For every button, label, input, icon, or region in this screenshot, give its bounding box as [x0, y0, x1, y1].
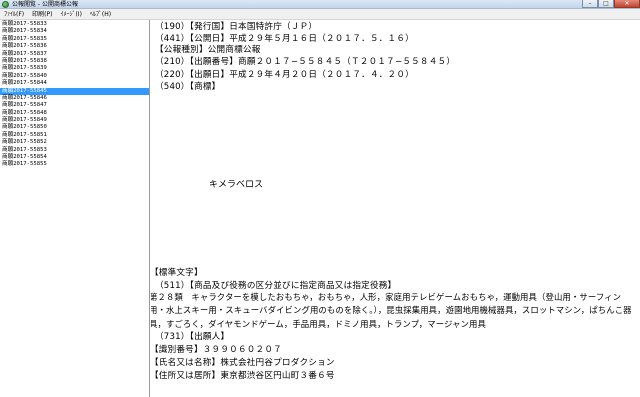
list-item[interactable]: 商願2017-55839 [0, 65, 149, 72]
trademark-heading: （540）【商標】 [155, 82, 221, 92]
close-button[interactable]: ✕ [614, 0, 640, 8]
list-item[interactable]: 商願2017-55855 [0, 161, 149, 168]
list-item[interactable]: 商願2017-55847 [0, 102, 149, 109]
list-item[interactable]: 商願2017-55834 [0, 28, 149, 35]
maximize-button[interactable]: □ [598, 0, 614, 8]
menu-image[interactable]: ｲﾒｰｼﾞ(I) [56, 9, 85, 20]
menu-help[interactable]: ﾍﾙﾌﾟ(H) [86, 9, 115, 20]
list-item[interactable]: 商願2017-55850 [0, 124, 149, 131]
list-item[interactable]: 商願2017-55837 [0, 51, 149, 58]
trademark-text: キメラベロス [209, 180, 264, 190]
publication-date: （441）【公開日】平成２９年５月１６日（２０１７．５．１６） [155, 34, 414, 44]
issuing-country: （190）【発行国】日本国特許庁（ＪＰ） [155, 22, 318, 32]
designated-goods-text: 第２８類 キャラクターを模したおもちゃ，おもちゃ，人形，家庭用テレビゲームおもち… [151, 292, 632, 329]
application-date: （220）【出願日】平成２９年４月２０日（２０１７．４．２０） [155, 70, 414, 80]
application-number: （210）【出願番号】商願２０１７−５５８４５（Ｔ２０１７−５５８４５） [155, 57, 456, 67]
menu-bar: ﾌｧｲﾙ(F) 印刷(P) ｲﾒｰｼﾞ(I) ﾍﾙﾌﾟ(H) [0, 9, 640, 20]
list-item[interactable]: 商願2017-55853 [0, 147, 149, 154]
list-item[interactable]: 商願2017-55852 [0, 139, 149, 146]
minimize-button[interactable]: – [582, 0, 598, 8]
list-item[interactable]: 商願2017-55848 [0, 110, 149, 117]
app-icon [2, 0, 9, 8]
gazette-type: 【公報種別】公開商標公報 [155, 45, 261, 55]
window-controls: – □ ✕ [582, 0, 640, 9]
list-item[interactable]: 商願2017-55844 [0, 80, 149, 87]
applicant-name: 【氏名又は名称】株式会社円谷プロダクション [151, 358, 335, 368]
document-view[interactable]: （190）【発行国】日本国特許庁（ＪＰ） （441）【公開日】平成２９年５月１６… [151, 20, 640, 397]
standard-characters-label: 【標準文字】 [151, 268, 203, 278]
application-list[interactable]: 商願2017-55833 商願2017-55834 商願2017-55835 商… [0, 20, 150, 397]
list-item-selected[interactable]: 商願2017-55845 [0, 87, 149, 95]
applicant-heading: （731）【出願人】 [155, 332, 230, 342]
menu-file[interactable]: ﾌｧｲﾙ(F) [0, 9, 28, 20]
window-title: 公報閲覧 - 公開商標公報 [12, 0, 78, 8]
identification-number: 【識別番号】３９９０６０２０７ [151, 345, 282, 355]
applicant-address: 【住所又は居所】東京都渋谷区円山町３番６号 [151, 371, 335, 381]
menu-print[interactable]: 印刷(P) [28, 9, 56, 20]
list-item[interactable]: 商願2017-55836 [0, 43, 149, 50]
